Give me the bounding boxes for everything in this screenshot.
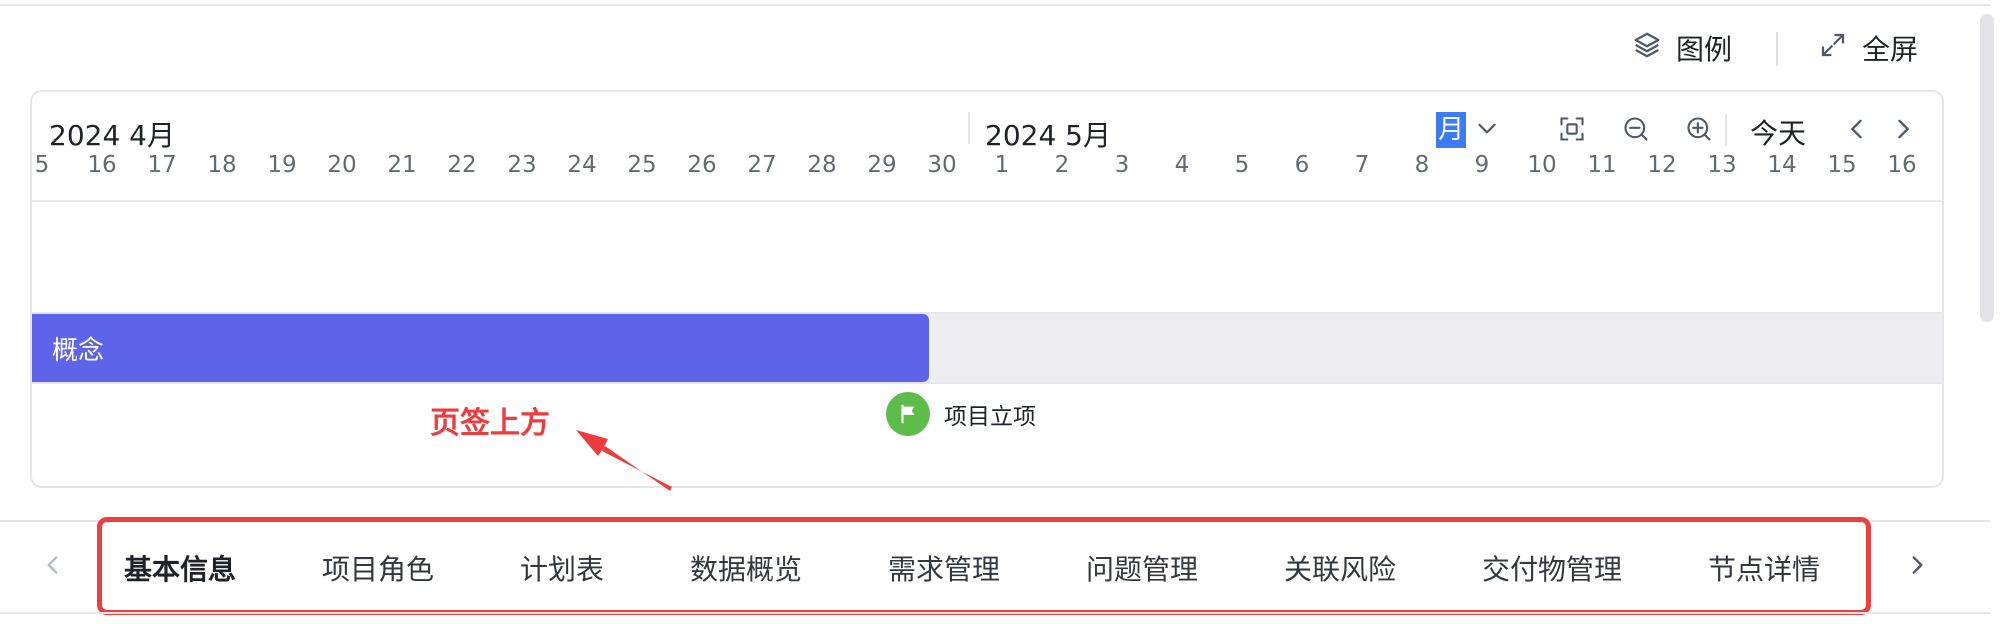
fit-view-button[interactable]: [1555, 114, 1589, 148]
day-tick-label: 6: [1294, 152, 1310, 178]
toolbar-divider: [1725, 114, 1727, 146]
milestone-label: 项目立项: [944, 404, 1036, 430]
tab-data-overview[interactable]: 数据概览: [690, 548, 802, 588]
axis-divider: [32, 200, 1942, 202]
tab-schedule[interactable]: 计划表: [520, 548, 604, 588]
month-label-may: 2024 5月: [985, 119, 1111, 152]
zoom-in-button[interactable]: [1682, 114, 1716, 148]
legend-label: 图例: [1676, 33, 1733, 66]
day-tick-label: 25: [627, 152, 657, 178]
zoom-out-icon: [1622, 115, 1650, 147]
day-tick-label: 18: [207, 152, 237, 178]
time-scale-value: 月: [1436, 112, 1467, 148]
fit-view-icon: [1558, 115, 1586, 147]
day-tick-label: 5: [34, 152, 50, 178]
tabs-top-border: [0, 520, 1990, 522]
tab-requirements[interactable]: 需求管理: [888, 548, 1000, 588]
chevron-left-icon: [1843, 115, 1871, 147]
day-tick-label: 4: [1174, 152, 1190, 178]
tab-basic-info[interactable]: 基本信息: [124, 548, 236, 588]
day-tick-label: 19: [267, 152, 297, 178]
day-tick-label: 7: [1354, 152, 1370, 178]
tab-issues[interactable]: 问题管理: [1086, 548, 1198, 588]
chevron-down-icon: [1474, 115, 1500, 145]
day-tick-label: 24: [567, 152, 597, 178]
day-tick-label: 3: [1114, 152, 1130, 178]
phase-bar-concept[interactable]: 概念: [32, 314, 929, 382]
layers-icon: [1632, 30, 1662, 67]
time-scale-select[interactable]: 月: [1436, 112, 1500, 148]
top-border: [0, 4, 1990, 6]
day-tick-label: 13: [1707, 152, 1737, 178]
day-tick-label: 10: [1527, 152, 1557, 178]
month-label-april: 2024 4月: [49, 119, 175, 152]
tab-project-roles[interactable]: 项目角色: [322, 548, 434, 588]
expand-icon: [1818, 30, 1848, 67]
chevron-right-icon: [1904, 552, 1930, 582]
row-divider: [32, 382, 1942, 384]
chevron-left-icon: [40, 552, 66, 582]
fullscreen-label: 全屏: [1862, 33, 1919, 66]
gantt-chart: 2024 4月 2024 5月 月 今天 5 16 17 18 19 20 21…: [30, 90, 1944, 488]
tab-scroll-right-button[interactable]: [1902, 550, 1932, 584]
previous-period-button[interactable]: [1840, 114, 1874, 148]
day-tick-label: 30: [927, 152, 957, 178]
chevron-right-icon: [1889, 115, 1917, 147]
tab-related-risks[interactable]: 关联风险: [1284, 548, 1396, 588]
day-tick-label: 23: [507, 152, 537, 178]
day-axis: 5 16 17 18 19 20 21 22 23 24 25 26 27 28 29 30 1 2 3 4 5 6 7 8 9…: [32, 152, 1942, 188]
day-tick-label: 11: [1587, 152, 1617, 178]
day-tick-label: 9: [1474, 152, 1490, 178]
day-tick-label: 21: [387, 152, 417, 178]
day-tick-label: 2: [1054, 152, 1070, 178]
today-button[interactable]: 今天: [1750, 112, 1806, 152]
zoom-out-button[interactable]: [1619, 114, 1653, 148]
day-tick-label: 16: [87, 152, 117, 178]
day-tick-label: 27: [747, 152, 777, 178]
day-tick-label: 26: [687, 152, 717, 178]
legend-button[interactable]: 图例: [1632, 28, 1732, 68]
day-tick-label: 12: [1647, 152, 1677, 178]
month-divider: [968, 112, 970, 144]
day-tick-label: 20: [327, 152, 357, 178]
day-tick-label: 15: [1827, 152, 1857, 178]
fullscreen-button[interactable]: 全屏: [1818, 28, 1918, 68]
day-tick-label: 8: [1414, 152, 1430, 178]
header-divider: [1776, 32, 1778, 66]
vertical-scrollbar[interactable]: [1980, 14, 1994, 322]
day-tick-label: 14: [1767, 152, 1797, 178]
annotation-text: 页签上方: [430, 406, 550, 441]
day-tick-label: 17: [147, 152, 177, 178]
day-tick-label: 1: [994, 152, 1010, 178]
tab-scroll-left-button[interactable]: [38, 550, 68, 584]
day-tick-label: 16: [1887, 152, 1917, 178]
tabs-bottom-border: [0, 612, 1990, 614]
tab-node-details[interactable]: 节点详情: [1708, 548, 1820, 588]
phase-bar-label: 概念: [52, 335, 105, 366]
flag-icon: [886, 392, 930, 436]
milestone-project-kickoff[interactable]: 项目立项: [886, 392, 1036, 436]
day-tick-label: 28: [807, 152, 837, 178]
day-tick-label: 29: [867, 152, 897, 178]
day-tick-label: 5: [1234, 152, 1250, 178]
day-tick-label: 22: [447, 152, 477, 178]
zoom-in-icon: [1685, 115, 1713, 147]
tab-deliverables[interactable]: 交付物管理: [1482, 548, 1622, 588]
next-period-button[interactable]: [1886, 114, 1920, 148]
